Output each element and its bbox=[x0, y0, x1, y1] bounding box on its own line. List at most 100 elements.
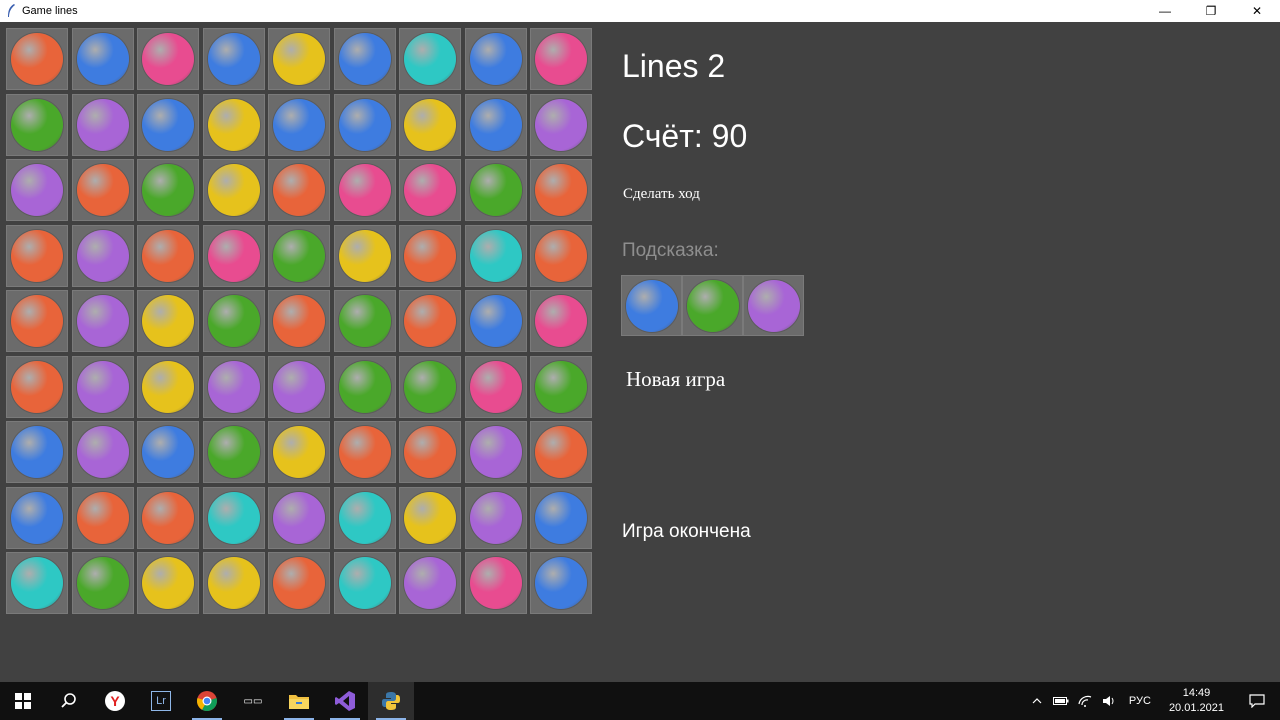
ball-orange[interactable] bbox=[11, 360, 63, 413]
board-cell[interactable] bbox=[6, 28, 68, 90]
board-cell[interactable] bbox=[464, 159, 527, 221]
ball-orange[interactable] bbox=[273, 295, 325, 347]
ball-cyan[interactable] bbox=[338, 491, 391, 544]
ball-green[interactable] bbox=[11, 98, 63, 151]
board-cell[interactable] bbox=[399, 552, 461, 614]
board-cell[interactable] bbox=[6, 159, 68, 221]
ball-purple[interactable] bbox=[76, 426, 129, 478]
notifications-button[interactable] bbox=[1234, 682, 1280, 720]
ball-yellow[interactable] bbox=[142, 557, 194, 609]
visual-studio-button[interactable] bbox=[322, 682, 368, 720]
ball-green[interactable] bbox=[404, 360, 456, 413]
minimize-button[interactable]: — bbox=[1142, 0, 1188, 22]
board-cell[interactable] bbox=[530, 93, 592, 156]
ball-orange[interactable] bbox=[273, 164, 325, 216]
chevron-up-icon[interactable] bbox=[1025, 682, 1049, 720]
ball-green[interactable] bbox=[207, 426, 260, 478]
ball-purple[interactable] bbox=[404, 557, 456, 609]
board-cell[interactable] bbox=[333, 28, 396, 90]
board-cell[interactable] bbox=[399, 355, 461, 418]
chrome-button[interactable] bbox=[184, 682, 230, 720]
ball-orange[interactable] bbox=[338, 426, 391, 478]
ball-yellow[interactable] bbox=[142, 360, 194, 413]
ball-orange[interactable] bbox=[76, 164, 129, 216]
ball-blue[interactable] bbox=[469, 98, 522, 151]
file-explorer-button[interactable] bbox=[276, 682, 322, 720]
ball-green[interactable] bbox=[469, 164, 522, 216]
board-cell[interactable] bbox=[464, 421, 527, 483]
board-cell[interactable] bbox=[202, 421, 265, 483]
board-cell[interactable] bbox=[202, 224, 265, 287]
board-cell[interactable] bbox=[333, 93, 396, 156]
board-cell[interactable] bbox=[333, 224, 396, 287]
ball-green[interactable] bbox=[338, 360, 391, 413]
board-cell[interactable] bbox=[71, 93, 134, 156]
ball-orange[interactable] bbox=[11, 33, 63, 85]
board-cell[interactable] bbox=[268, 421, 330, 483]
ball-purple[interactable] bbox=[76, 360, 129, 413]
ball-green[interactable] bbox=[142, 164, 194, 216]
board-cell[interactable] bbox=[530, 355, 592, 418]
board-cell[interactable] bbox=[137, 355, 199, 418]
make-move-button[interactable]: Сделать ход bbox=[623, 186, 700, 203]
battery-icon[interactable] bbox=[1049, 682, 1073, 720]
board-cell[interactable] bbox=[530, 224, 592, 287]
board-cell[interactable] bbox=[399, 93, 461, 156]
board-cell[interactable] bbox=[71, 290, 134, 352]
ball-pink[interactable] bbox=[207, 229, 260, 282]
board-cell[interactable] bbox=[137, 159, 199, 221]
ball-pink[interactable] bbox=[338, 164, 391, 216]
board-cell[interactable] bbox=[71, 355, 134, 418]
ball-green[interactable] bbox=[338, 295, 391, 347]
board-cell[interactable] bbox=[464, 28, 527, 90]
ball-blue[interactable] bbox=[535, 491, 587, 544]
ball-purple[interactable] bbox=[76, 229, 129, 282]
ball-orange[interactable] bbox=[404, 426, 456, 478]
board-cell[interactable] bbox=[202, 290, 265, 352]
ball-blue[interactable] bbox=[11, 491, 63, 544]
ball-blue[interactable] bbox=[338, 98, 391, 151]
ball-purple[interactable] bbox=[76, 295, 129, 347]
ball-blue[interactable] bbox=[535, 557, 587, 609]
ball-purple[interactable] bbox=[273, 491, 325, 544]
ball-blue[interactable] bbox=[142, 98, 194, 151]
ball-pink[interactable] bbox=[535, 33, 587, 85]
ball-blue[interactable] bbox=[11, 426, 63, 478]
ball-yellow[interactable] bbox=[404, 491, 456, 544]
ball-blue[interactable] bbox=[338, 33, 391, 85]
ball-cyan[interactable] bbox=[338, 557, 391, 609]
ball-purple[interactable] bbox=[207, 360, 260, 413]
python-app-button[interactable] bbox=[368, 682, 414, 720]
ball-orange[interactable] bbox=[76, 491, 129, 544]
board-cell[interactable] bbox=[268, 290, 330, 352]
wifi-icon[interactable] bbox=[1073, 682, 1097, 720]
ball-purple[interactable] bbox=[469, 426, 522, 478]
ball-yellow[interactable] bbox=[207, 557, 260, 609]
board-cell[interactable] bbox=[6, 224, 68, 287]
ball-blue[interactable] bbox=[469, 295, 522, 347]
volume-icon[interactable] bbox=[1097, 682, 1121, 720]
board-cell[interactable] bbox=[333, 486, 396, 549]
board-cell[interactable] bbox=[137, 486, 199, 549]
ball-blue[interactable] bbox=[273, 98, 325, 151]
board-cell[interactable] bbox=[6, 93, 68, 156]
board-cell[interactable] bbox=[268, 93, 330, 156]
board-cell[interactable] bbox=[137, 421, 199, 483]
ball-pink[interactable] bbox=[142, 33, 194, 85]
lightroom-button[interactable]: Lr bbox=[138, 682, 184, 720]
ball-orange[interactable] bbox=[11, 295, 63, 347]
board-cell[interactable] bbox=[268, 28, 330, 90]
ball-blue[interactable] bbox=[142, 426, 194, 478]
board-cell[interactable] bbox=[202, 93, 265, 156]
ball-yellow[interactable] bbox=[207, 98, 260, 151]
ball-purple[interactable] bbox=[535, 98, 587, 151]
board-cell[interactable] bbox=[399, 224, 461, 287]
board-cell[interactable] bbox=[530, 486, 592, 549]
board-cell[interactable] bbox=[268, 552, 330, 614]
board-cell[interactable] bbox=[399, 290, 461, 352]
board-cell[interactable] bbox=[464, 552, 527, 614]
board-cell[interactable] bbox=[464, 290, 527, 352]
ball-pink[interactable] bbox=[535, 295, 587, 347]
board-cell[interactable] bbox=[399, 486, 461, 549]
board-cell[interactable] bbox=[333, 159, 396, 221]
